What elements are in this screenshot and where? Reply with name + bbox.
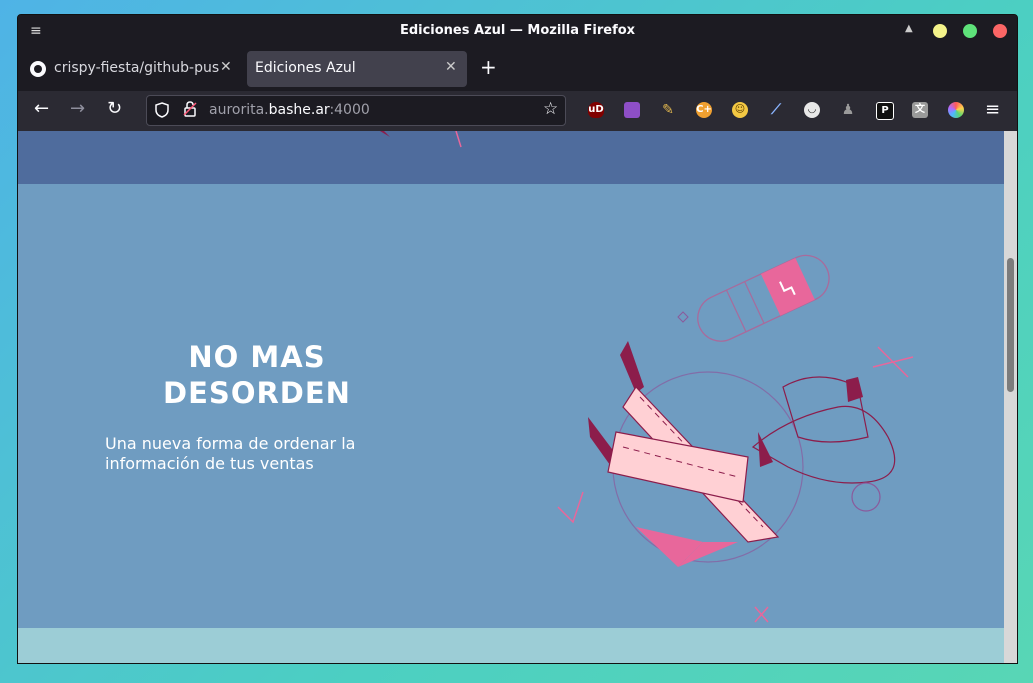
tab-label: Ediciones Azul (255, 60, 356, 76)
decorative-strokes (380, 131, 462, 148)
cplus-icon[interactable]: C+ (696, 102, 712, 118)
translate-icon[interactable]: 文 (912, 102, 928, 118)
tab-ediciones-azul[interactable]: Ediciones Azul ✕ (247, 51, 467, 87)
hero-subtitle: Una nueva forma de ordenar la informació… (105, 434, 356, 473)
tab-bar: crispy-fiesta/github-push ✕ Ediciones Az… (18, 47, 1017, 91)
reload-button[interactable]: ↻ (107, 99, 122, 119)
new-tab-button[interactable]: + (480, 57, 497, 77)
url-port: :4000 (329, 102, 370, 118)
close-tab-icon[interactable]: ✕ (445, 59, 457, 75)
minimize-button[interactable] (933, 24, 947, 38)
close-button[interactable] (993, 24, 1007, 38)
broom-icon[interactable]: ✎ (660, 102, 676, 118)
window-title: Ediciones Azul — Mozilla Firefox (399, 23, 636, 38)
page-content: NO MAS DESORDEN Una nueva forma de orden… (18, 131, 1004, 663)
dropper-icon[interactable]: ⟋ (768, 102, 784, 118)
github-icon (30, 61, 46, 77)
url-prefix: aurorita. (209, 102, 269, 118)
url-host: bashe.ar (268, 102, 330, 118)
color-ring-icon[interactable] (948, 102, 964, 118)
url-text[interactable]: aurorita.bashe.ar:4000 (209, 102, 370, 118)
vertical-scrollbar[interactable] (1004, 131, 1017, 663)
fox-mask-icon[interactable]: ◡ (804, 102, 820, 118)
url-bar[interactable]: aurorita.bashe.ar:4000 ☆ (146, 95, 566, 126)
ublock-icon[interactable]: uD (588, 102, 604, 118)
falling-person-illustration (557, 254, 914, 623)
forward-button[interactable]: → (70, 99, 85, 119)
bookmark-star-icon[interactable]: ☆ (543, 99, 558, 119)
cube-icon[interactable] (624, 102, 640, 118)
title-bar: ≡ Ediciones Azul — Mozilla Firefox ▲ (18, 15, 1017, 47)
shield-icon[interactable] (155, 102, 169, 118)
emoji-icon[interactable]: ☺ (732, 102, 748, 118)
header-band (18, 131, 1004, 184)
p-icon[interactable]: P (876, 102, 894, 120)
hero-title: NO MAS DESORDEN (163, 340, 351, 410)
navigation-bar: ← → ↻ aurorita.bashe.ar:4000 ☆ uD ✎ C+ ☺… (18, 91, 1017, 131)
insecure-lock-icon[interactable] (183, 101, 197, 121)
browser-window: ≡ Ediciones Azul — Mozilla Firefox ▲ cri… (17, 14, 1018, 664)
close-tab-icon[interactable]: ✕ (220, 59, 232, 75)
scrollbar-thumb[interactable] (1007, 258, 1014, 392)
next-section-band (18, 628, 1004, 663)
maximize-button[interactable] (963, 24, 977, 38)
tab-github[interactable]: crispy-fiesta/github-push ✕ (22, 51, 238, 87)
tab-label: crispy-fiesta/github-push (54, 60, 219, 76)
spy-icon[interactable]: ♟ (840, 102, 856, 118)
app-menu-icon[interactable]: ≡ (985, 99, 1000, 120)
hero-section: NO MAS DESORDEN Una nueva forma de orden… (18, 184, 1004, 628)
back-button[interactable]: ← (34, 99, 49, 119)
keep-above-icon[interactable]: ▲ (905, 23, 913, 34)
